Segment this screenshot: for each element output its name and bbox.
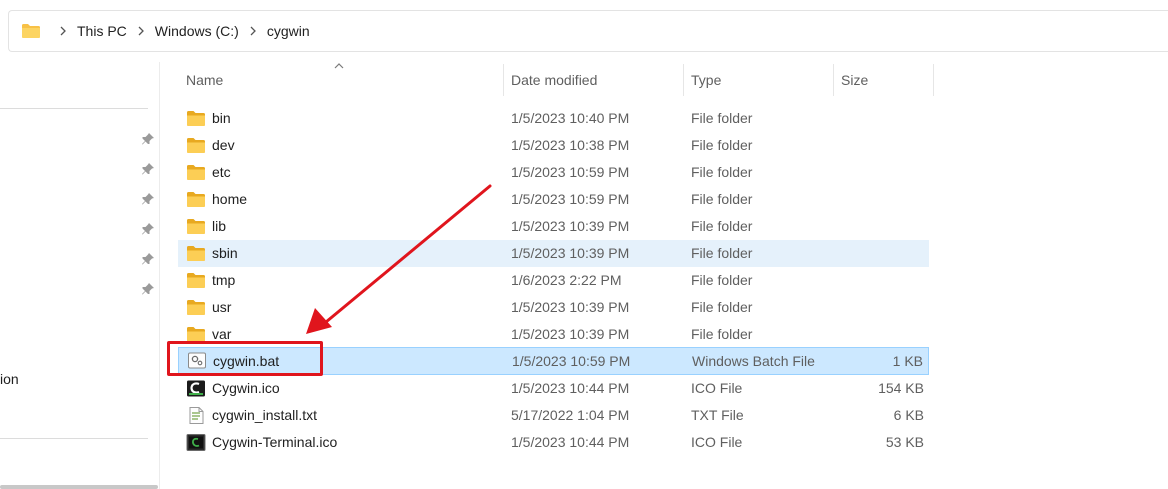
breadcrumb-this-pc[interactable]: This PC: [77, 23, 127, 39]
file-row-dev[interactable]: dev 1/5/2023 10:38 PM File folder: [178, 132, 929, 159]
folder-icon: [187, 219, 205, 234]
pin-icon[interactable]: [141, 222, 155, 236]
file-size: 154 KB: [878, 380, 924, 396]
file-type: File folder: [691, 191, 753, 207]
file-type: ICO File: [691, 434, 743, 450]
column-header-size-label: Size: [841, 72, 869, 88]
file-row-home[interactable]: home 1/5/2023 10:59 PM File folder: [178, 186, 929, 213]
file-row-bin[interactable]: bin 1/5/2023 10:40 PM File folder: [178, 105, 929, 132]
file-row-sbin[interactable]: sbin 1/5/2023 10:39 PM File folder: [178, 240, 929, 267]
file-type: File folder: [691, 110, 753, 126]
column-separator[interactable]: [933, 64, 934, 96]
file-row-lib[interactable]: lib 1/5/2023 10:39 PM File folder: [178, 213, 929, 240]
file-type: File folder: [691, 245, 753, 261]
file-row-tmp[interactable]: tmp 1/6/2023 2:22 PM File folder: [178, 267, 929, 294]
file-type: ICO File: [691, 380, 743, 396]
navigation-pane: ion: [0, 62, 160, 489]
file-name[interactable]: Cygwin.ico: [212, 375, 280, 402]
file-row-cygwin-terminal-ico[interactable]: Cygwin-Terminal.ico 1/5/2023 10:44 PM IC…: [178, 429, 929, 456]
cygwin-logo-icon: [187, 380, 205, 397]
pin-icon[interactable]: [141, 162, 155, 176]
file-row-usr[interactable]: usr 1/5/2023 10:39 PM File folder: [178, 294, 929, 321]
file-date: 1/6/2023 2:22 PM: [511, 272, 622, 288]
folder-icon: [187, 246, 205, 261]
file-type: File folder: [691, 326, 753, 342]
file-name[interactable]: sbin: [212, 240, 238, 267]
file-type: File folder: [691, 164, 753, 180]
file-name[interactable]: etc: [212, 159, 231, 186]
breadcrumb-windows-c[interactable]: Windows (C:): [155, 23, 239, 39]
file-date: 1/5/2023 10:59 PM: [511, 191, 630, 207]
file-name[interactable]: bin: [212, 105, 231, 132]
file-size: 1 KB: [892, 353, 923, 369]
pin-icon[interactable]: [141, 282, 155, 296]
file-date: 1/5/2023 10:39 PM: [511, 326, 630, 342]
column-header-type[interactable]: Type: [683, 64, 833, 96]
file-name[interactable]: dev: [212, 132, 235, 159]
file-row-cygwin-install-txt[interactable]: cygwin_install.txt 5/17/2022 1:04 PM TXT…: [178, 402, 929, 429]
file-type: Windows Batch File: [692, 353, 815, 369]
file-size: 6 KB: [893, 407, 924, 423]
file-date: 5/17/2022 1:04 PM: [511, 407, 630, 423]
nav-divider: [0, 438, 148, 439]
file-date: 1/5/2023 10:39 PM: [511, 245, 630, 261]
column-header-type-label: Type: [691, 72, 722, 88]
nav-item-label[interactable]: ion: [0, 371, 19, 387]
folder-icon: [187, 192, 205, 207]
folder-icon: [187, 165, 205, 180]
pin-icon[interactable]: [141, 192, 155, 206]
file-type: TXT File: [691, 407, 744, 423]
folder-icon: [22, 24, 40, 38]
column-header-name-label: Name: [186, 72, 224, 88]
sort-ascending-icon: [334, 63, 344, 69]
column-header-date[interactable]: Date modified: [503, 64, 683, 96]
chevron-right-icon[interactable]: [137, 25, 145, 37]
pin-icon[interactable]: [141, 132, 155, 146]
folder-icon: [187, 300, 205, 315]
folder-icon: [187, 138, 205, 153]
file-name[interactable]: Cygwin-Terminal.ico: [212, 429, 337, 456]
file-name[interactable]: lib: [212, 213, 226, 240]
file-type: File folder: [691, 137, 753, 153]
file-type: File folder: [691, 218, 753, 234]
folder-icon: [187, 273, 205, 288]
file-date: 1/5/2023 10:59 PM: [512, 353, 631, 369]
text-file-icon: [189, 407, 204, 424]
file-name[interactable]: home: [212, 186, 247, 213]
chevron-right-icon: [60, 26, 66, 36]
terminal-icon: [186, 434, 206, 451]
file-name[interactable]: usr: [212, 294, 231, 321]
column-header-size[interactable]: Size: [833, 64, 933, 96]
file-date: 1/5/2023 10:44 PM: [511, 434, 630, 450]
file-type: File folder: [691, 299, 753, 315]
folder-icon: [187, 111, 205, 126]
nav-divider: [0, 108, 148, 109]
nav-scrollbar[interactable]: [0, 485, 158, 489]
pin-icon[interactable]: [141, 252, 155, 266]
address-bar[interactable]: This PC Windows (C:) cygwin: [8, 10, 1168, 52]
file-type: File folder: [691, 272, 753, 288]
file-row-etc[interactable]: etc 1/5/2023 10:59 PM File folder: [178, 159, 929, 186]
file-size: 53 KB: [885, 434, 924, 450]
file-row-cygwin-ico[interactable]: Cygwin.ico 1/5/2023 10:44 PM ICO File 15…: [178, 375, 929, 402]
file-name[interactable]: cygwin_install.txt: [212, 402, 317, 429]
annotation-highlight-box: [167, 341, 323, 376]
file-date: 1/5/2023 10:44 PM: [511, 380, 630, 396]
breadcrumb-cygwin[interactable]: cygwin: [267, 23, 310, 39]
chevron-right-icon[interactable]: [249, 25, 257, 37]
file-date: 1/5/2023 10:39 PM: [511, 218, 630, 234]
file-date: 1/5/2023 10:59 PM: [511, 164, 630, 180]
file-date: 1/5/2023 10:38 PM: [511, 137, 630, 153]
file-name[interactable]: tmp: [212, 267, 235, 294]
column-header-date-label: Date modified: [511, 72, 598, 88]
file-date: 1/5/2023 10:39 PM: [511, 299, 630, 315]
file-date: 1/5/2023 10:40 PM: [511, 110, 630, 126]
